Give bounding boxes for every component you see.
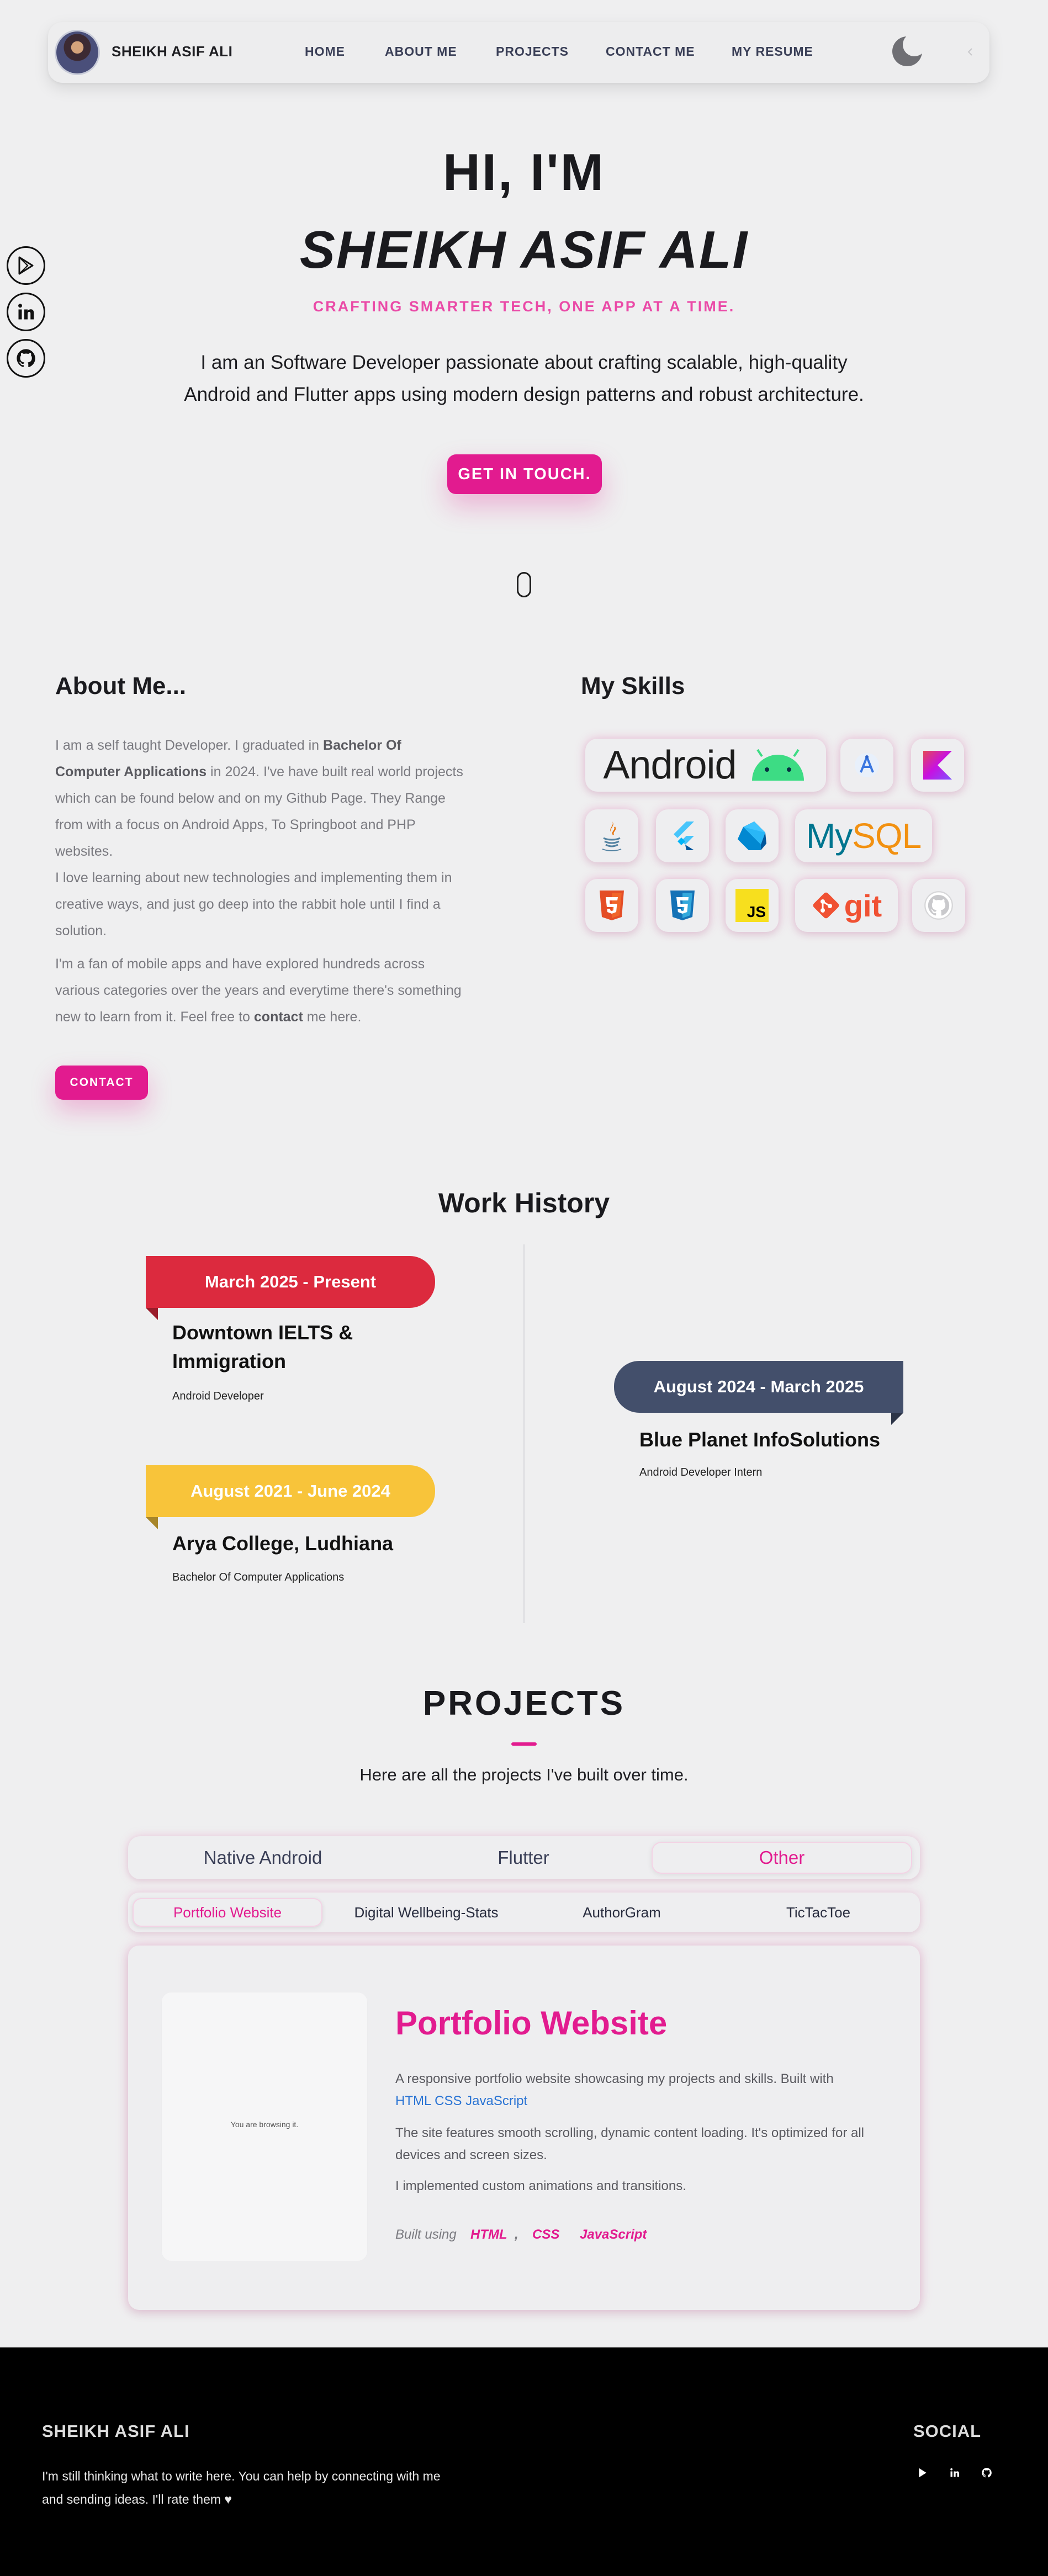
hero-description: I am an Software Developer passionate ab…	[166, 347, 882, 411]
linkedin-icon[interactable]	[949, 2467, 961, 2479]
footer	[0, 2347, 1048, 2576]
nav-about-me[interactable]: ABOUT ME	[385, 44, 457, 59]
tab-portfolio-website[interactable]: Portfolio Website	[133, 1898, 322, 1927]
footer-brand: SHEIKH ASIF ALI	[42, 2421, 190, 2441]
nav-my-resume[interactable]: MY RESUME	[732, 44, 813, 59]
nav-contact-me[interactable]: CONTACT ME	[606, 44, 695, 59]
project-name: Portfolio Website	[395, 2005, 668, 2042]
tab-other[interactable]: Other	[652, 1842, 912, 1874]
hero-name: SHEIKH ASIF ALI	[299, 220, 749, 279]
tag-separator: ,	[515, 2227, 518, 2242]
hero-tagline: CRAFTING SMARTER TECH, ONE APP AT A TIME…	[313, 298, 735, 315]
git-icon	[813, 892, 839, 919]
about-paragraph-3: I'm a fan of mobile apps and have explor…	[55, 951, 469, 1030]
contact-button[interactable]: CONTACT	[55, 1066, 148, 1100]
preview-caption: You are browsing it.	[230, 2120, 299, 2129]
tech-tag: HTML	[470, 2227, 507, 2242]
brand-name[interactable]: SHEIKH ASIF ALI	[112, 43, 232, 60]
github-icon[interactable]	[7, 339, 45, 378]
built-using-label: Built using	[395, 2227, 457, 2242]
tab-native-android[interactable]: Native Android	[133, 1842, 393, 1874]
js-badge: JS	[735, 889, 769, 922]
work-date-tag: August 2021 - June 2024	[146, 1465, 435, 1517]
mysql-label: MySQL	[806, 816, 922, 856]
tab-authorgram[interactable]: AuthorGram	[521, 1898, 722, 1927]
footer-social-title: SOCIAL	[913, 2421, 982, 2441]
github-icon[interactable]	[981, 2467, 993, 2479]
about-title: About Me...	[55, 672, 187, 699]
work-date-tag: March 2025 - Present	[146, 1256, 435, 1308]
kotlin-icon	[911, 739, 964, 792]
timeline-line	[523, 1244, 525, 1623]
about-contact-link[interactable]: contact	[254, 1009, 303, 1025]
git-label: git	[844, 888, 882, 923]
get-in-touch-button[interactable]: GET IN TOUCH.	[447, 454, 602, 494]
title-underline	[511, 1742, 537, 1746]
work-history-title: Work History	[438, 1188, 610, 1218]
project-description-2: The site features smooth scrolling, dyna…	[395, 2126, 864, 2162]
scroll-mouse-icon[interactable]	[517, 572, 531, 597]
about-text: I am a self taught Developer. I graduate…	[55, 738, 324, 753]
tag-fold	[146, 1308, 158, 1320]
chevron-left-icon[interactable]	[962, 42, 978, 62]
work-date-tag: August 2024 - March 2025	[614, 1361, 903, 1413]
hero-description-line: I am an Software Developer passionate ab…	[200, 352, 848, 373]
work-role: Android Developer Intern	[639, 1466, 763, 1478]
hero-description-line: Android and Flutter apps using modern de…	[184, 384, 864, 405]
mysql-skill: MySQL	[795, 809, 932, 862]
android-robot-icon	[751, 749, 804, 781]
work-role: Android Developer	[172, 1390, 264, 1402]
tag-fold	[891, 1413, 903, 1425]
skills-title: My Skills	[581, 672, 685, 699]
tech-tag: CSS	[532, 2227, 560, 2242]
avatar[interactable]	[56, 31, 98, 73]
nav-projects[interactable]: PROJECTS	[496, 44, 569, 59]
hero-greeting: HI, I'M	[442, 143, 605, 201]
project-text: A responsive portfolio website showcasin…	[395, 2071, 834, 2086]
tech-tag: JavaScript	[580, 2227, 647, 2242]
work-role: Bachelor Of Computer Applications	[172, 1571, 345, 1583]
tag-fold	[146, 1517, 158, 1529]
tab-flutter[interactable]: Flutter	[393, 1842, 654, 1874]
work-company: Blue Planet InfoSolutions	[639, 1428, 881, 1451]
android-studio-icon	[840, 739, 893, 792]
flutter-icon	[656, 809, 709, 862]
projects-title: PROJECTS	[422, 1684, 626, 1722]
projects-subtitle: Here are all the projects I've built ove…	[359, 1765, 689, 1784]
tab-digital-wellbeing-stats[interactable]: Digital Wellbeing-Stats	[326, 1898, 527, 1927]
work-company: Arya College, Ludhiana	[172, 1532, 394, 1555]
about-paragraph-1: I am a self taught Developer. I graduate…	[55, 732, 469, 865]
nav-home[interactable]: HOME	[305, 44, 345, 59]
tab-tictactoe[interactable]: TicTacToe	[718, 1898, 919, 1927]
github-skill-icon	[912, 879, 965, 932]
about-text: me here.	[303, 1009, 362, 1025]
play-store-icon[interactable]	[917, 2467, 929, 2479]
about-paragraph-2: I love learning about new technologies a…	[55, 870, 452, 939]
moon-icon[interactable]	[891, 33, 926, 67]
android-label: Android	[603, 743, 737, 787]
work-company: Downtown IELTS & Immigration	[172, 1321, 353, 1372]
js-label: JS	[747, 903, 766, 920]
project-description-3: I implemented custom animations and tran…	[395, 2179, 686, 2193]
html5-icon	[585, 879, 638, 932]
footer-text: I'm still thinking what to write here. Y…	[42, 2469, 441, 2506]
project-description-1: A responsive portfolio website showcasin…	[395, 2068, 865, 2112]
dart-icon	[726, 809, 779, 862]
git-skill: git	[795, 879, 898, 932]
javascript-icon: JS	[726, 879, 779, 932]
tech-link[interactable]: HTML CSS JavaScript	[395, 2093, 527, 2108]
css3-icon	[656, 879, 709, 932]
android-skill: Android	[585, 739, 826, 792]
java-icon	[585, 809, 638, 862]
